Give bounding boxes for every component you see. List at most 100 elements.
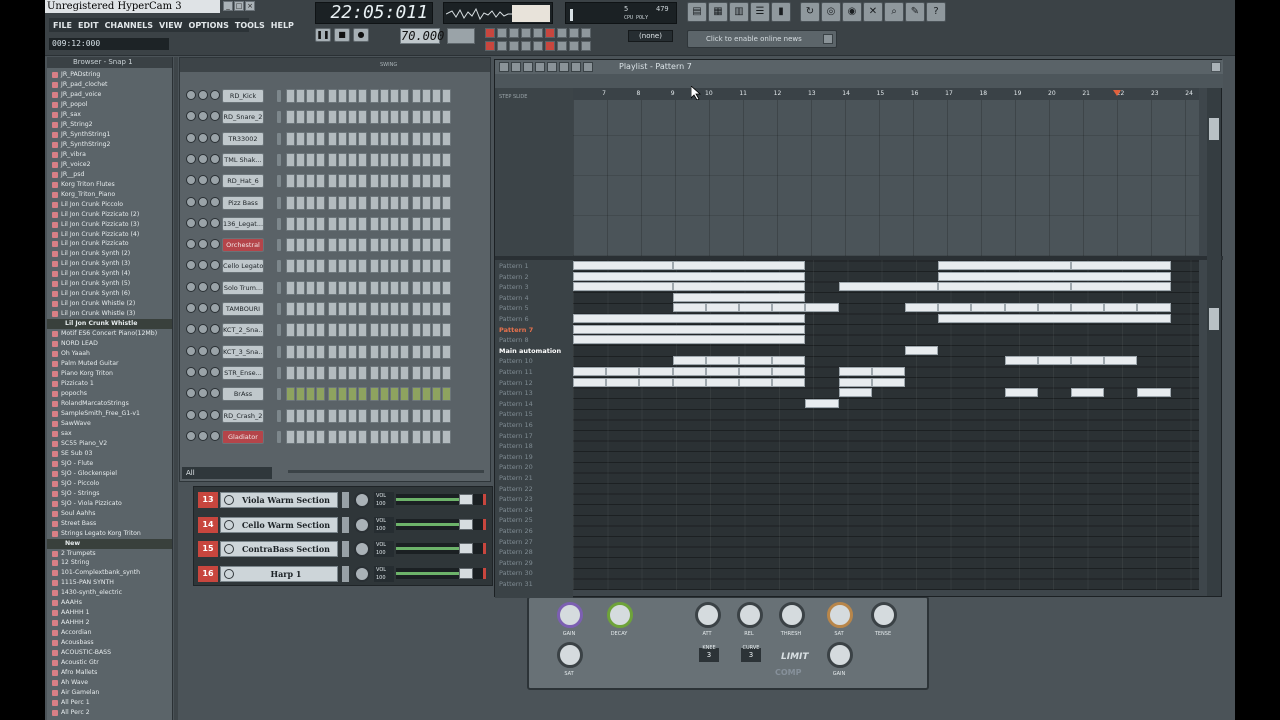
step-button[interactable] bbox=[412, 152, 421, 167]
step-button[interactable] bbox=[370, 323, 379, 338]
pattern-clip[interactable] bbox=[672, 356, 706, 366]
browser-item[interactable]: AAHHH 1 bbox=[47, 608, 172, 618]
volume-knob[interactable] bbox=[210, 132, 220, 143]
volume-knob[interactable] bbox=[210, 217, 220, 228]
step-button[interactable] bbox=[432, 152, 441, 167]
step-button[interactable] bbox=[286, 131, 295, 146]
browser-item[interactable]: Piano Korg Triton bbox=[47, 369, 172, 379]
pattern-track-label[interactable]: Pattern 31 bbox=[499, 579, 533, 590]
step-button[interactable] bbox=[370, 302, 379, 316]
channel-select-led[interactable] bbox=[277, 281, 281, 294]
browser-item[interactable]: JR_sax bbox=[47, 110, 172, 120]
step-button[interactable] bbox=[422, 259, 431, 274]
browser-item[interactable]: Air Gamelan bbox=[47, 688, 172, 698]
pattern-clip[interactable] bbox=[871, 367, 905, 376]
browser-item[interactable]: Strings Legato Korg Triton bbox=[47, 529, 172, 539]
pattern-clip[interactable] bbox=[573, 324, 806, 334]
step-button[interactable] bbox=[328, 344, 337, 359]
pattern-clip[interactable] bbox=[1037, 303, 1072, 313]
compressor-setting-box[interactable]: CURVE 3 bbox=[741, 645, 761, 662]
step-button[interactable] bbox=[400, 131, 409, 146]
step-button[interactable] bbox=[286, 174, 295, 189]
volume-knob[interactable] bbox=[210, 303, 220, 313]
scroll-arrows[interactable] bbox=[342, 492, 349, 508]
step-button[interactable] bbox=[358, 387, 367, 402]
pattern-clip[interactable] bbox=[739, 303, 773, 313]
browser-folder[interactable]: Lil Jon Crunk Whistle bbox=[47, 319, 172, 330]
step-button[interactable] bbox=[400, 408, 409, 423]
step-button[interactable] bbox=[286, 387, 295, 402]
step-button[interactable] bbox=[348, 174, 357, 189]
step-button[interactable] bbox=[358, 280, 367, 295]
scroll-arrows[interactable] bbox=[342, 516, 349, 533]
toolbar-toggle-button[interactable] bbox=[557, 28, 567, 38]
toolbar-toggle-button[interactable] bbox=[581, 41, 591, 51]
compressor-knob[interactable]: GAIN bbox=[827, 642, 853, 677]
step-button[interactable] bbox=[286, 216, 295, 231]
step-button[interactable] bbox=[412, 387, 421, 402]
step-button[interactable] bbox=[390, 216, 399, 231]
channel-rack-scroll[interactable] bbox=[288, 470, 484, 473]
pattern-track-label[interactable]: Pattern 19 bbox=[499, 452, 533, 463]
step-button[interactable] bbox=[380, 259, 389, 274]
step-button[interactable] bbox=[358, 259, 367, 274]
channel-select-led[interactable] bbox=[277, 345, 281, 358]
toolbar-toggle-button[interactable] bbox=[545, 41, 555, 51]
channel-name-button[interactable]: Solo Trum... bbox=[222, 280, 264, 295]
browser-item[interactable]: Lil Jon Crunk Pizzicato (4) bbox=[47, 230, 172, 240]
step-button[interactable] bbox=[328, 280, 337, 295]
step-button[interactable] bbox=[296, 238, 305, 253]
pattern-track-label[interactable]: Pattern 23 bbox=[499, 494, 533, 505]
step-button[interactable] bbox=[348, 216, 357, 231]
minimize-button[interactable]: _ bbox=[223, 1, 233, 11]
step-button[interactable] bbox=[422, 387, 431, 402]
toolbar-toggle-button[interactable] bbox=[581, 28, 591, 38]
step-button[interactable] bbox=[400, 152, 409, 167]
browser-item[interactable]: JR_pad_voice bbox=[47, 90, 172, 100]
step-sequencer-icon[interactable]: ▦ bbox=[708, 2, 728, 22]
compressor-knob[interactable]: REL bbox=[737, 602, 763, 637]
mixer-track-number[interactable]: 16 bbox=[198, 565, 218, 582]
volume-knob[interactable] bbox=[210, 430, 220, 441]
step-button[interactable] bbox=[348, 280, 357, 295]
step-button[interactable] bbox=[432, 195, 441, 210]
fader-handle[interactable] bbox=[459, 494, 473, 505]
step-button[interactable] bbox=[358, 323, 367, 338]
step-button[interactable] bbox=[400, 280, 409, 295]
step-button[interactable] bbox=[316, 174, 325, 189]
channel-name-button[interactable]: TAMBOURI bbox=[222, 302, 264, 316]
pattern-selector[interactable] bbox=[447, 28, 475, 44]
step-button[interactable] bbox=[422, 302, 431, 316]
step-button[interactable] bbox=[328, 131, 337, 146]
step-button[interactable] bbox=[328, 408, 337, 423]
channel-select-led[interactable] bbox=[277, 303, 281, 315]
step-button[interactable] bbox=[358, 365, 367, 380]
channel-name-button[interactable]: RD_Hat_6 bbox=[222, 174, 264, 189]
mixer-track-number[interactable]: 13 bbox=[198, 492, 218, 508]
step-button[interactable] bbox=[380, 110, 389, 125]
step-button[interactable] bbox=[296, 387, 305, 402]
pattern-clip[interactable] bbox=[1004, 303, 1038, 313]
volume-knob[interactable] bbox=[210, 175, 220, 186]
step-button[interactable] bbox=[400, 323, 409, 338]
step-button[interactable] bbox=[306, 238, 315, 253]
step-button[interactable] bbox=[306, 195, 315, 210]
toolbar-toggle-button[interactable] bbox=[569, 41, 579, 51]
step-button[interactable] bbox=[358, 131, 367, 146]
step-button[interactable] bbox=[358, 238, 367, 253]
step-button[interactable] bbox=[422, 195, 431, 210]
step-button[interactable] bbox=[296, 259, 305, 274]
browser-item[interactable]: SampleSmith_Free_G1-v1 bbox=[47, 409, 172, 419]
channel-name-button[interactable]: Orchestral bbox=[222, 238, 264, 253]
fader-handle[interactable] bbox=[459, 567, 473, 579]
pattern-track-label[interactable]: Pattern 13 bbox=[499, 388, 533, 399]
pattern-clip[interactable] bbox=[1004, 356, 1038, 366]
step-button[interactable] bbox=[338, 429, 347, 444]
browser-item[interactable]: Street Bass bbox=[47, 519, 172, 529]
step-button[interactable] bbox=[400, 195, 409, 210]
channel-select-led[interactable] bbox=[277, 239, 281, 252]
volume-knob[interactable] bbox=[210, 153, 220, 164]
mute-knob[interactable] bbox=[186, 196, 196, 207]
step-button[interactable] bbox=[328, 89, 337, 103]
pattern-clip[interactable] bbox=[971, 303, 1005, 313]
